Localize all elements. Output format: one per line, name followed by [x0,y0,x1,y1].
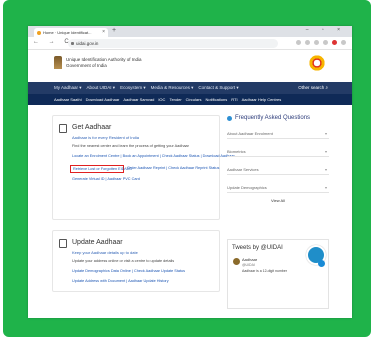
quick-link[interactable]: Circulars [186,97,202,102]
faq-item[interactable]: Aadhaar Services ▾ [227,164,329,175]
document-icon [59,124,67,133]
card-links[interactable]: Order Aadhaar Reprint | Check Aadhaar Re… [127,166,219,170]
quick-link[interactable]: IOC [158,97,165,102]
quick-link[interactable]: Aadhaar Samvad [123,97,154,102]
card-subtitle: Keep your Aadhaar details up to date [72,250,138,255]
card-title: Get Aadhaar [72,124,112,131]
org-name: Unique Identification Authority of India… [66,57,142,69]
star-icon[interactable] [296,40,301,45]
get-aadhaar-card: Get Aadhaar Aadhaar is for every Residen… [52,115,235,220]
chevron-down-icon: ▾ [324,167,327,172]
lock-icon [71,42,74,45]
quick-link[interactable]: Aadhaar Saathi [54,97,82,102]
main-nav: My Aadhaar ▾ About UIDAI ▾ Ecosystem ▾ M… [28,82,352,94]
tweet-text: Aadhaar is a 12-digit number [242,269,287,273]
faq-item[interactable]: Update Demographics ▾ [227,182,329,193]
card-text: Find the nearest center and learn the pr… [72,144,189,148]
site-header: Unique Identification Authority of India… [28,50,352,82]
quick-link[interactable]: RTI [231,97,237,102]
aadhaar-logo-icon[interactable] [308,54,326,72]
org-name-line2: Government of India [66,63,107,68]
quick-links-bar: Aadhaar Saathi Download Aadhaar Aadhaar … [28,94,352,105]
tweets-widget: Tweets by @UIDAI Aadhaar @UIDAI Aadhaar … [227,239,329,309]
nav-item-media[interactable]: Media & Resources ▾ [151,85,194,91]
address-bar-row: ← → C uidai.gov.in [28,37,352,50]
left-column: Get Aadhaar Aadhaar is for every Residen… [52,115,235,292]
update-icon [59,239,67,248]
faq-icon [227,115,232,121]
quick-link[interactable]: Aadhaar Help Centres [242,97,282,102]
tweet-handle[interactable]: @UIDAI [242,263,255,267]
chevron-down-icon: ▾ [324,131,327,136]
national-emblem-icon [54,56,62,69]
profile-icon[interactable] [332,40,337,45]
puzzle-icon[interactable] [323,40,328,45]
faq-title: Frequently Asked Questions [235,115,311,121]
new-tab-button[interactable]: + [112,27,116,34]
view-all-link[interactable]: View All [227,198,329,203]
chevron-down-icon: ▾ [324,185,327,190]
browser-window: Home · Unique Identificat... × + – ▫ × ←… [28,26,352,318]
quick-link[interactable]: Notifications [205,97,227,102]
card-text: Update your address online or visit a ce… [72,259,175,263]
faq-heading: Frequently Asked Questions [227,115,329,121]
window-controls[interactable]: – ▫ × [306,27,346,33]
card-links[interactable]: Generate Virtual ID | Aadhaar PVC Card [72,177,140,181]
browser-tab[interactable]: Home · Unique Identificat... × [34,28,108,37]
faq-item[interactable]: Biometrics ▾ [227,146,329,157]
faq-item[interactable]: About Aadhaar Enrolment ▾ [227,128,329,139]
quick-link[interactable]: Download Aadhaar [86,97,120,102]
card-links[interactable]: Update Address with Document | Aadhaar U… [72,279,169,283]
toolbar-icons [296,40,346,45]
tab-strip: Home · Unique Identificat... × + – ▫ × [28,26,352,37]
card-title: Update Aadhaar [72,239,123,246]
chevron-down-icon: ▾ [324,149,327,154]
menu-icon[interactable] [341,40,346,45]
extension-icon[interactable] [314,40,319,45]
favicon-icon [37,31,41,35]
right-column: Frequently Asked Questions About Aadhaar… [227,115,329,309]
nav-search-button[interactable]: Other search ⌕ [298,82,328,94]
quick-link[interactable]: Tender [169,97,181,102]
update-aadhaar-card: Update Aadhaar Keep your Aadhaar details… [52,230,220,292]
tab-title: Home · Unique Identificat... [43,30,92,35]
tweet-author[interactable]: Aadhaar [242,257,257,262]
tweets-title: Tweets by @UIDAI [232,245,283,251]
green-frame: Home · Unique Identificat... × + – ▫ × ←… [3,0,371,337]
card-subtitle: Aadhaar is for every Resident of India [72,135,139,140]
tab-close-icon[interactable]: × [102,28,105,37]
url-input[interactable]: uidai.gov.in [68,39,278,48]
nav-buttons[interactable]: ← → C [33,39,73,45]
extension-icon[interactable] [305,40,310,45]
nav-item-contact[interactable]: Contact & Support ▾ [198,85,238,91]
card-links[interactable]: Update Demographics Data Online | Check … [72,269,185,273]
nav-item-about[interactable]: About UIDAI ▾ [87,85,116,91]
nav-item-ecosystem[interactable]: Ecosystem ▾ [120,85,146,91]
nav-item-my-aadhaar[interactable]: My Aadhaar ▾ [54,85,82,91]
url-text: uidai.gov.in [76,41,99,46]
card-links[interactable]: Locate an Enrolment Centre | Book an App… [72,154,235,158]
retrieve-eid-uid-link[interactable]: Retrieve Lost or Forgotten EID/UID [70,165,132,173]
chat-icon[interactable] [318,260,325,267]
avatar [233,258,240,265]
main-content: Get Aadhaar Aadhaar is for every Residen… [28,105,352,318]
